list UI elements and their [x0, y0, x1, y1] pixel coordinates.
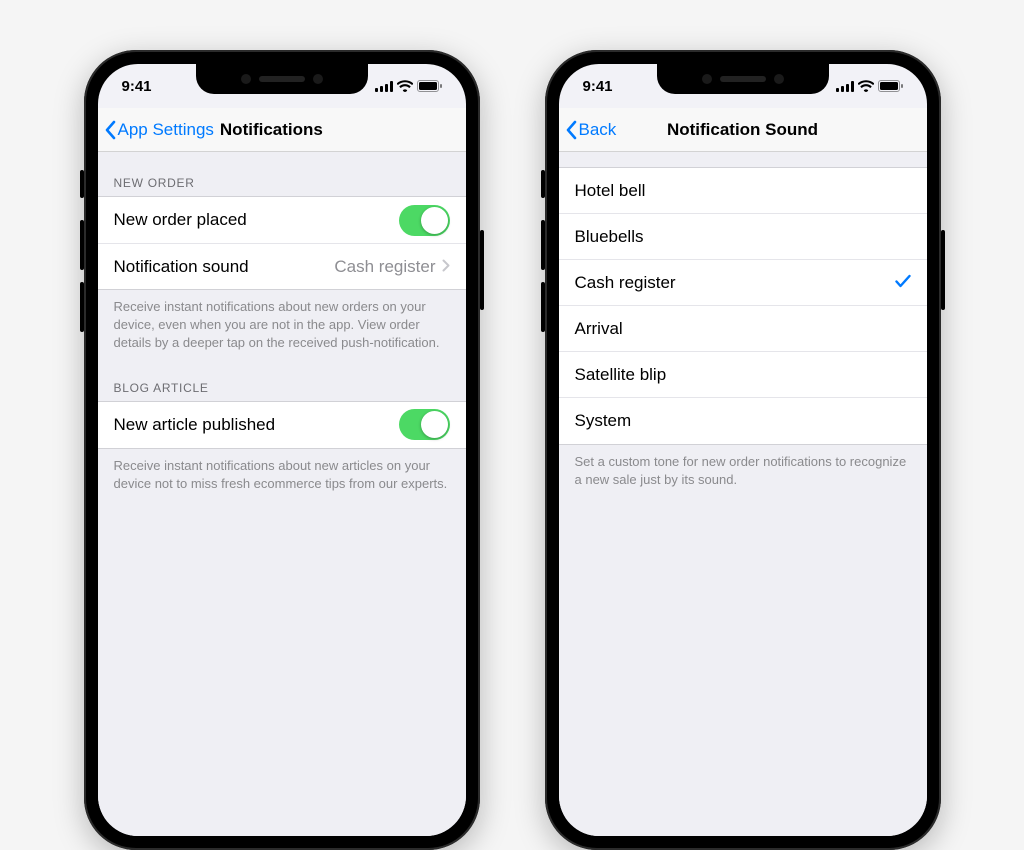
- nav-bar: App Settings Notifications: [98, 108, 466, 152]
- option-label: Hotel bell: [575, 181, 646, 201]
- sound-option-arrival[interactable]: Arrival: [559, 306, 927, 352]
- cellular-signal-icon: [836, 81, 854, 92]
- row-label: New article published: [114, 415, 276, 435]
- option-label: Arrival: [575, 319, 623, 339]
- status-time: 9:41: [583, 78, 613, 95]
- wifi-icon: [397, 80, 413, 92]
- sound-list-content: Hotel bell Bluebells Cash register Arriv…: [559, 152, 927, 836]
- phone-frame-left: 9:41 App Settings Notifications: [84, 50, 480, 850]
- phone-volume-up: [541, 220, 545, 270]
- screen-left: 9:41 App Settings Notifications: [98, 64, 466, 836]
- phone-volume-down: [541, 282, 545, 332]
- back-button[interactable]: Back: [559, 108, 617, 151]
- row-new-order-placed[interactable]: New order placed: [98, 197, 466, 243]
- section-group-new-order: New order placed Notification sound Cash…: [98, 196, 466, 290]
- section-footer-new-order: Receive instant notifications about new …: [98, 290, 466, 357]
- section-header-new-order: New Order: [98, 152, 466, 196]
- chevron-right-icon: [442, 257, 450, 277]
- cellular-signal-icon: [375, 81, 393, 92]
- phone-mute-switch: [541, 170, 545, 198]
- sound-option-list: Hotel bell Bluebells Cash register Arriv…: [559, 168, 927, 445]
- wifi-icon: [858, 80, 874, 92]
- option-label: System: [575, 411, 632, 431]
- notch: [196, 64, 368, 94]
- back-label: App Settings: [118, 120, 214, 140]
- sound-list-footer: Set a custom tone for new order notifica…: [559, 445, 927, 493]
- page-title: Notifications: [220, 120, 323, 140]
- status-time: 9:41: [122, 78, 152, 95]
- option-label: Cash register: [575, 273, 676, 293]
- row-label: New order placed: [114, 210, 247, 230]
- battery-icon: [417, 80, 442, 92]
- phone-volume-up: [80, 220, 84, 270]
- row-detail-value: Cash register: [334, 257, 435, 277]
- section-header-blog: Blog Article: [98, 357, 466, 401]
- notch: [657, 64, 829, 94]
- new-article-toggle[interactable]: [399, 409, 450, 440]
- phone-side-button: [480, 230, 484, 310]
- row-notification-sound[interactable]: Notification sound Cash register: [98, 243, 466, 289]
- back-button[interactable]: App Settings: [98, 108, 214, 151]
- phone-volume-down: [80, 282, 84, 332]
- back-label: Back: [579, 120, 617, 140]
- nav-bar: Back Notification Sound: [559, 108, 927, 152]
- battery-icon: [878, 80, 903, 92]
- sound-option-hotel-bell[interactable]: Hotel bell: [559, 168, 927, 214]
- phone-frame-right: 9:41 Back Notification Sound: [545, 50, 941, 850]
- chevron-left-icon: [104, 120, 116, 140]
- screen-right: 9:41 Back Notification Sound: [559, 64, 927, 836]
- phone-mute-switch: [80, 170, 84, 198]
- option-label: Bluebells: [575, 227, 644, 247]
- sound-option-bluebells[interactable]: Bluebells: [559, 214, 927, 260]
- row-new-article-published[interactable]: New article published: [98, 402, 466, 448]
- settings-content: New Order New order placed Notification …: [98, 152, 466, 836]
- new-order-toggle[interactable]: [399, 205, 450, 236]
- section-group-blog: New article published: [98, 401, 466, 449]
- phone-side-button: [941, 230, 945, 310]
- section-footer-blog: Receive instant notifications about new …: [98, 449, 466, 497]
- sound-option-satellite-blip[interactable]: Satellite blip: [559, 352, 927, 398]
- row-label: Notification sound: [114, 257, 249, 277]
- checkmark-icon: [895, 273, 911, 293]
- sound-option-system[interactable]: System: [559, 398, 927, 444]
- chevron-left-icon: [565, 120, 577, 140]
- sound-option-cash-register[interactable]: Cash register: [559, 260, 927, 306]
- option-label: Satellite blip: [575, 365, 667, 385]
